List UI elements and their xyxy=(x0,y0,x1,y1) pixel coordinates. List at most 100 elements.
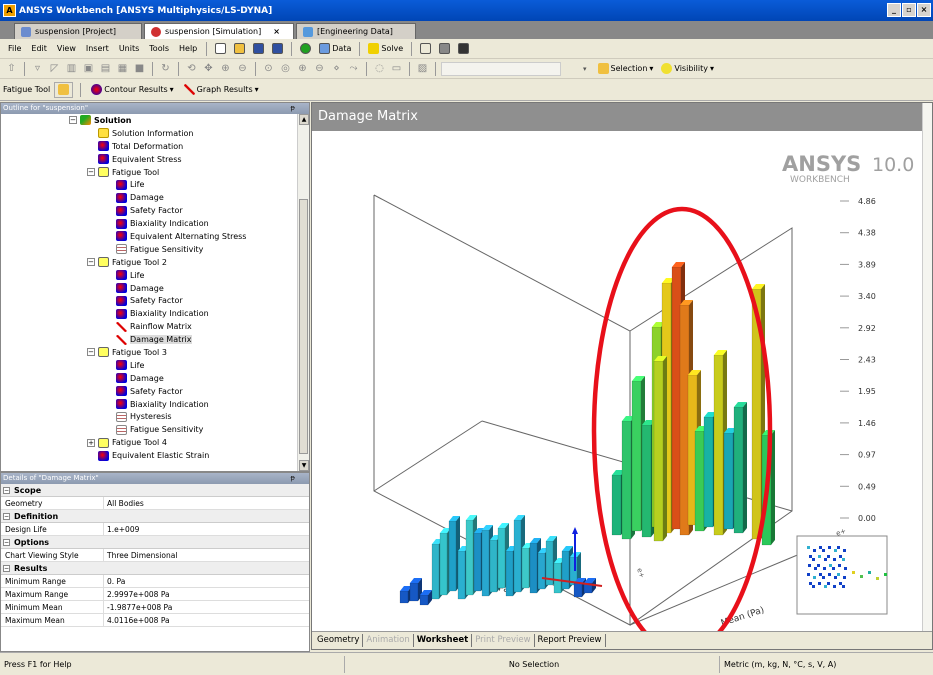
view-dropdown-icon[interactable]: ▭ xyxy=(389,61,404,76)
tree-item[interactable]: Safety Factor xyxy=(1,294,297,307)
collapse-icon[interactable]: − xyxy=(87,258,95,267)
tree-item[interactable]: Damage xyxy=(1,282,297,295)
tree-item[interactable]: Biaxiality Indication xyxy=(1,217,297,230)
chart-svg[interactable]: ANSYS 10.0 WORKBENCH 4.86 4.38 3.89 3.40 2.92 2.… xyxy=(312,131,922,631)
zoom-icon[interactable]: ⊕ xyxy=(218,61,233,76)
zoom-in-icon[interactable]: ⊕ xyxy=(295,61,310,76)
tree-item[interactable]: Hysteresis xyxy=(1,410,297,423)
image-button[interactable] xyxy=(436,41,453,57)
tree-item[interactable]: − Fatigue Tool xyxy=(1,166,297,179)
vertex-select-icon[interactable]: ▿ xyxy=(30,61,45,76)
collapse-icon[interactable]: − xyxy=(87,168,95,176)
menu-file[interactable]: File xyxy=(4,44,25,53)
tree-item[interactable]: Total Deformation xyxy=(1,140,297,153)
tab-geometry[interactable]: Geometry xyxy=(314,634,364,647)
menu-help[interactable]: Help xyxy=(175,44,201,53)
magnifier-icon[interactable]: ◎ xyxy=(278,61,293,76)
tree-item[interactable]: Biaxiality Indication xyxy=(1,398,297,411)
selection-button[interactable]: Selection ▾ xyxy=(595,61,657,77)
graph-scrollbar[interactable] xyxy=(922,103,932,631)
zoom-out-icon[interactable]: ⊖ xyxy=(312,61,327,76)
move-icon[interactable]: ✥ xyxy=(201,61,216,76)
tree-item[interactable]: + Fatigue Tool 4 xyxy=(1,436,297,449)
scroll-down-icon[interactable]: ▼ xyxy=(299,460,309,471)
tab-project[interactable]: suspension [Project] xyxy=(14,23,142,39)
tab-simulation[interactable]: suspension [Simulation] × xyxy=(144,23,294,39)
tree-item[interactable]: Biaxiality Indication xyxy=(1,307,297,320)
details-row[interactable]: Minimum Range 0. Pa xyxy=(1,575,309,588)
tree-item[interactable]: Equivalent Stress xyxy=(1,153,297,166)
close-tab-icon[interactable]: × xyxy=(273,27,280,36)
minimize-button[interactable]: _ xyxy=(887,3,901,17)
screenshot-icon[interactable]: ▨ xyxy=(415,61,430,76)
collapse-icon[interactable]: − xyxy=(69,116,77,125)
save-button[interactable] xyxy=(250,41,267,57)
tree-item[interactable]: Life xyxy=(1,359,297,372)
label-button[interactable] xyxy=(417,41,434,57)
menu-edit[interactable]: Edit xyxy=(27,44,51,53)
tree-item[interactable]: Safety Factor xyxy=(1,385,297,398)
select-mode-icon[interactable]: ⇧ xyxy=(4,61,19,76)
tab-engineering-data[interactable]: [Engineering Data] xyxy=(296,23,416,39)
visibility-button[interactable]: Visibility ▾ xyxy=(658,61,717,77)
tree-item[interactable]: Safety Factor xyxy=(1,204,297,217)
menu-view[interactable]: View xyxy=(53,44,80,53)
zoom-box-icon[interactable]: ⊖ xyxy=(235,61,250,76)
tree-item[interactable]: − Solution xyxy=(1,114,297,127)
tree-item[interactable]: − Fatigue Tool 2 xyxy=(1,256,297,269)
menu-insert[interactable]: Insert xyxy=(82,44,113,53)
details-row[interactable]: Maximum Range 2.9997e+008 Pa xyxy=(1,588,309,601)
save-all-button[interactable] xyxy=(269,41,286,57)
filter-combo[interactable] xyxy=(441,61,561,76)
tree-item[interactable]: Damage xyxy=(1,191,297,204)
tree-item[interactable]: Fatigue Sensitivity xyxy=(1,243,297,256)
new-button[interactable] xyxy=(212,41,229,57)
details-row[interactable]: Chart Viewing Style Three Dimensional xyxy=(1,549,309,562)
tree-item[interactable]: Damage Matrix xyxy=(1,333,297,346)
expand-icon[interactable]: + xyxy=(87,438,95,447)
outline-scrollbar[interactable]: ▲ ▼ xyxy=(297,114,309,471)
data-button[interactable]: Data xyxy=(316,41,354,57)
tree-item[interactable]: Life xyxy=(1,178,297,191)
scroll-up-icon[interactable]: ▲ xyxy=(299,114,309,125)
tree-item[interactable]: − Fatigue Tool 3 xyxy=(1,346,297,359)
solid-icon[interactable]: ■ xyxy=(132,61,147,76)
tree-item[interactable]: Solution Information xyxy=(1,127,297,140)
combo-dropdown-icon[interactable]: ▾ xyxy=(583,65,587,73)
edge-select-icon[interactable]: ◸ xyxy=(47,61,62,76)
zoom-fit-icon[interactable]: ⊙ xyxy=(261,61,276,76)
extend-select-icon[interactable]: ▤ xyxy=(98,61,113,76)
check-button[interactable] xyxy=(297,41,314,57)
camera-button[interactable] xyxy=(455,41,472,57)
damage-matrix-chart[interactable]: ANSYS 10.0 WORKBENCH 4.86 4.38 3.89 3.40 2.92 2.… xyxy=(312,131,922,631)
tree-item[interactable]: Equivalent Alternating Stress xyxy=(1,230,297,243)
graph-results-button[interactable]: Graph Results ▾ xyxy=(181,82,262,98)
collapse-icon[interactable]: − xyxy=(3,486,10,494)
body-select-icon[interactable]: ▣ xyxy=(81,61,96,76)
menu-tools[interactable]: Tools xyxy=(145,44,173,53)
previous-view-icon[interactable]: ⋄ xyxy=(329,61,344,76)
details-row[interactable]: Geometry All Bodies xyxy=(1,497,309,510)
pin-icon[interactable]: ᵽ xyxy=(290,103,295,114)
details-section-header[interactable]: − Scope xyxy=(1,484,309,497)
details-row[interactable]: Design Life 1.e+009 xyxy=(1,523,309,536)
node-select-icon[interactable]: ▦ xyxy=(115,61,130,76)
rotate-icon[interactable]: ⟲ xyxy=(184,61,199,76)
tree-item[interactable]: Rainflow Matrix xyxy=(1,320,297,333)
scroll-thumb[interactable] xyxy=(299,199,308,454)
menu-units[interactable]: Units xyxy=(115,44,143,53)
details-row[interactable]: Minimum Mean -1.9877e+008 Pa xyxy=(1,601,309,614)
fatigue-tool-button[interactable] xyxy=(54,81,74,98)
tab-worksheet[interactable]: Worksheet xyxy=(414,634,473,647)
details-section-header[interactable]: − Definition xyxy=(1,510,309,523)
tree-item[interactable]: Fatigue Sensitivity xyxy=(1,423,297,436)
details-row[interactable]: Maximum Mean 4.0116e+008 Pa xyxy=(1,614,309,627)
pan-icon[interactable]: ↻ xyxy=(158,61,173,76)
iso-view-icon[interactable]: ◌ xyxy=(372,61,387,76)
open-button[interactable] xyxy=(231,41,248,57)
face-select-icon[interactable]: ▥ xyxy=(64,61,79,76)
tree-item[interactable]: Damage xyxy=(1,372,297,385)
pin-icon[interactable]: ᵽ xyxy=(290,473,295,484)
next-view-icon[interactable]: ⤳ xyxy=(346,61,361,76)
tab-print-preview[interactable]: Print Preview xyxy=(472,634,535,647)
